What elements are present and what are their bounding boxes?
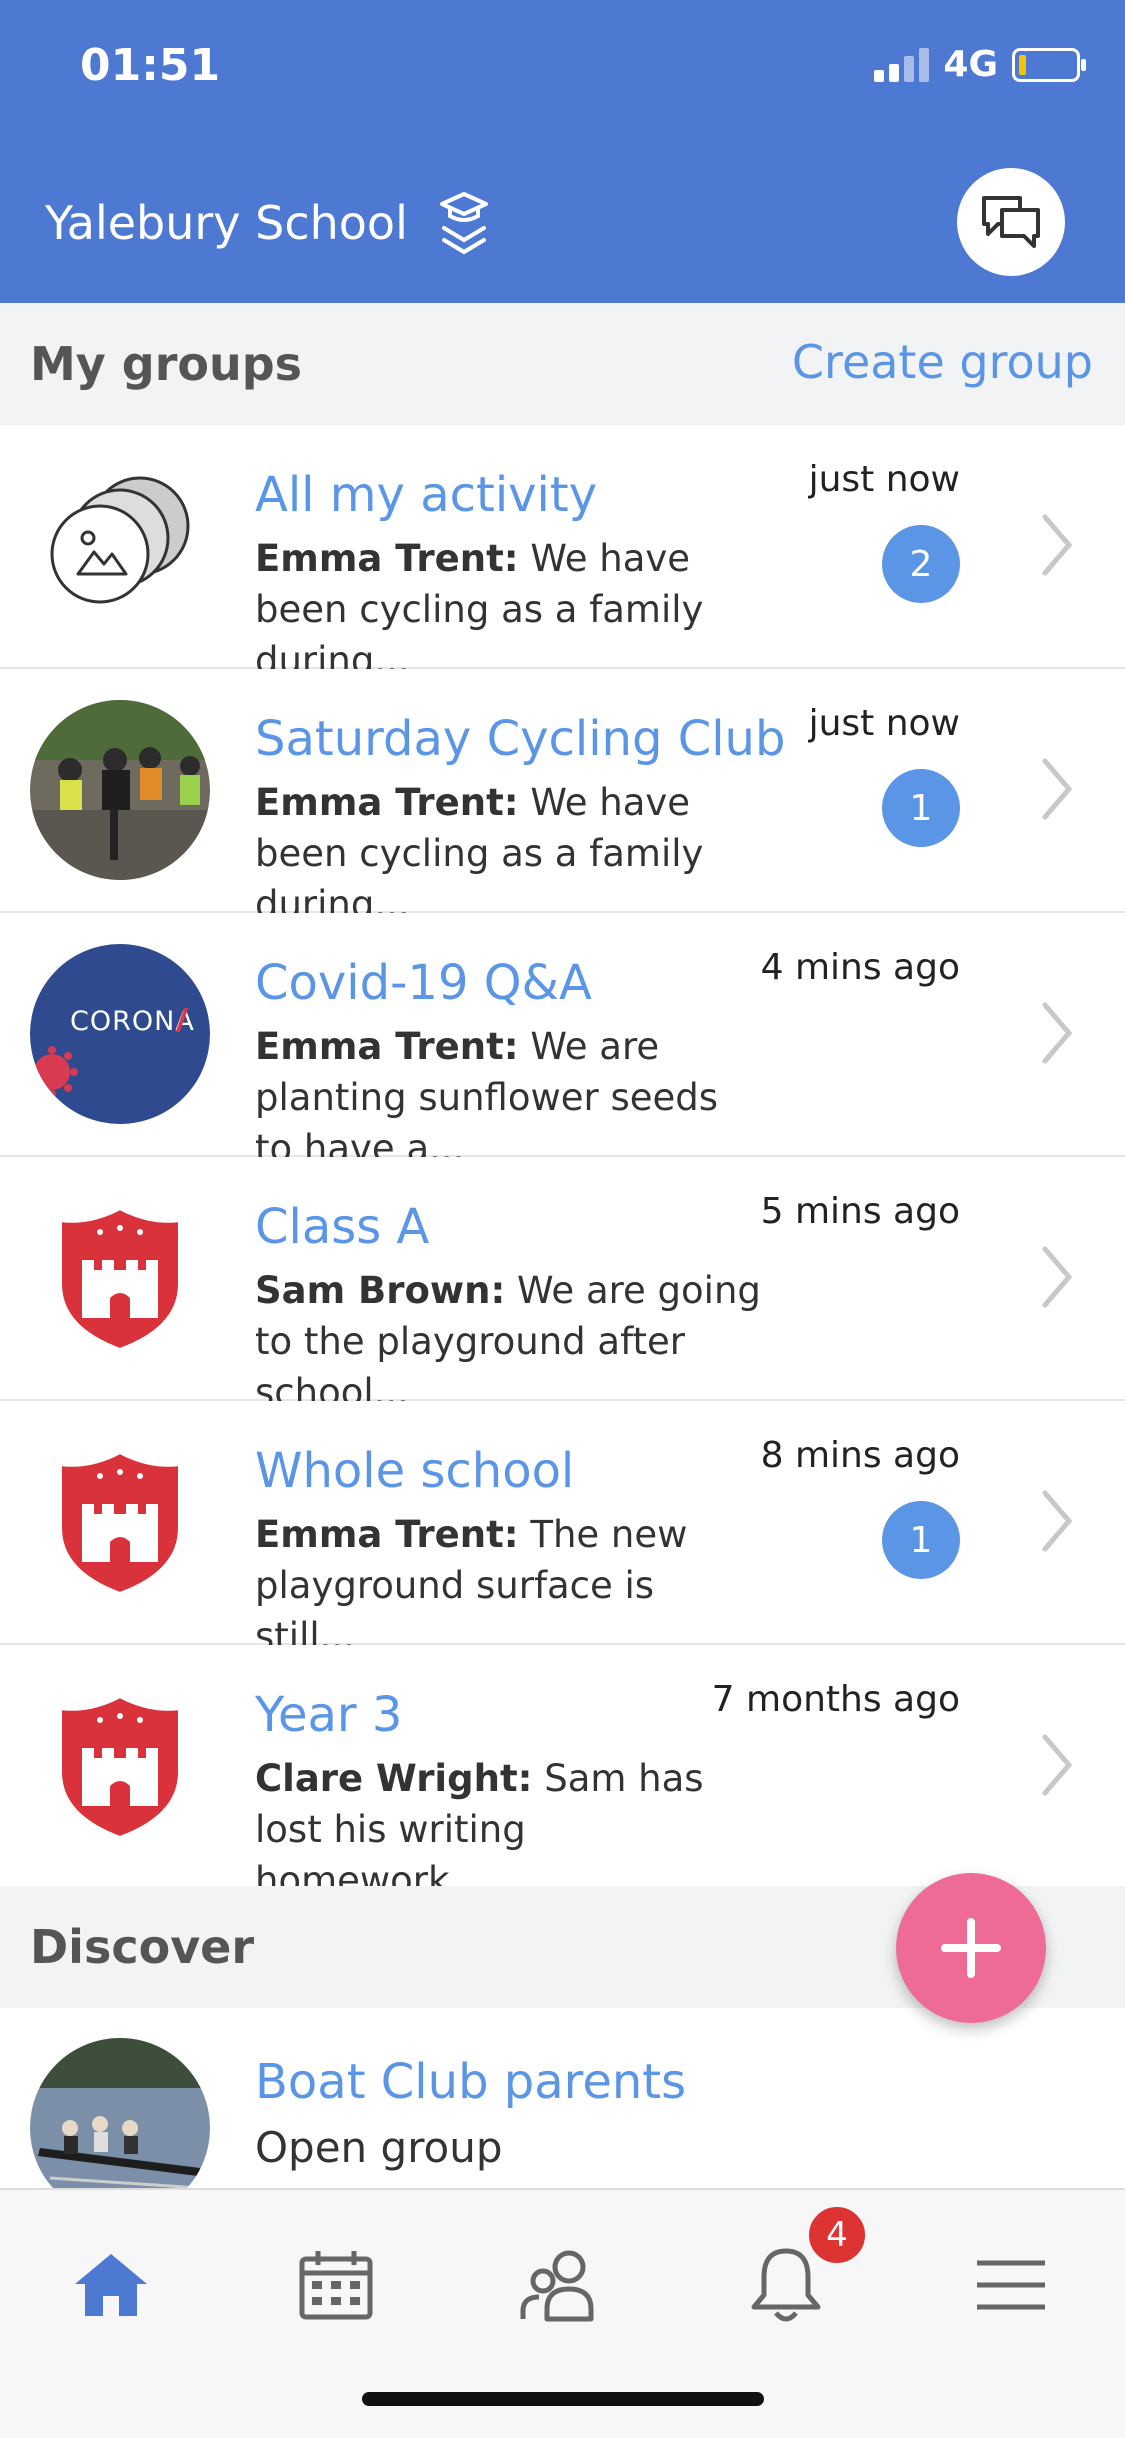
unread-badge: 1 [882,769,960,847]
cycling-photo [30,700,210,880]
message-author: Emma Trent: [255,781,519,824]
message-preview: Emma Trent: We are planting sunflower se… [255,1021,765,1174]
graduation-cap-chevron-icon [438,190,490,256]
school-shield-logo [30,1188,210,1368]
group-name: All my activity [255,467,598,523]
menu-icon [977,2260,1045,2310]
group-row-covid-19-qa[interactable]: CORONA Covid-19 Q&A Emma Trent: We are p… [0,913,1125,1170]
chevron-right-icon [1042,758,1073,820]
timestamp: just now [808,459,960,500]
message-preview: Sam Brown: We are going to the playgroun… [255,1265,765,1418]
my-groups-header: My groups Create group [0,303,1125,425]
chevron-right-icon [1042,514,1073,576]
group-row-year-3[interactable]: Year 3 Clare Wright: Sam has lost his wr… [0,1645,1125,1902]
school-name: Yalebury School [45,196,408,250]
group-name: Covid-19 Q&A [255,955,592,1011]
timestamp: 5 mins ago [760,1191,960,1232]
status-time: 01:51 [80,40,221,91]
timestamp: just now [808,703,960,744]
group-row-class-a[interactable]: Class A Sam Brown: We are going to the p… [0,1157,1125,1414]
unread-badge: 2 [882,525,960,603]
chat-bubbles-icon [982,196,1040,248]
home-icon [75,2254,147,2316]
group-name: Class A [255,1199,430,1255]
timestamp: 4 mins ago [760,947,960,988]
group-name: Saturday Cycling Club [255,711,786,767]
tab-people[interactable] [506,2230,616,2340]
message-author: Sam Brown: [255,1269,506,1312]
school-shield-logo [30,1432,210,1612]
tab-calendar[interactable] [281,2230,391,2340]
message-preview: Emma Trent: We have been cycling as a fa… [255,777,765,930]
messages-button[interactable] [957,168,1065,276]
group-type: Open group [255,2123,503,2172]
tab-home[interactable] [56,2230,166,2340]
chevron-right-icon [1042,1734,1073,1796]
home-indicator [362,2392,764,2406]
chevron-right-icon [1042,1002,1073,1064]
message-preview: Clare Wright: Sam has lost his writing h… [255,1753,765,1906]
timestamp: 8 mins ago [760,1435,960,1476]
group-row-all-my-activity[interactable]: All my activity Emma Trent: We have been… [0,425,1125,682]
group-name: Boat Club parents [255,2054,687,2110]
stacked-images-icon [30,456,210,636]
status-indicators: 4G [874,44,1086,85]
message-author: Emma Trent: [255,1025,519,1068]
my-groups-title: My groups [30,337,303,391]
rowing-photo [30,2038,210,2188]
group-name: Year 3 [255,1687,403,1743]
group-row-saturday-cycling-club[interactable]: Saturday Cycling Club Emma Trent: We hav… [0,669,1125,926]
school-switcher[interactable]: Yalebury School [45,190,490,256]
plus-icon [941,1918,1001,1978]
bell-icon [751,2248,821,2322]
notification-count-badge: 4 [806,2204,868,2266]
people-icon [520,2250,594,2322]
group-name: Whole school [255,1443,575,1499]
discover-title: Discover [30,1920,255,1974]
add-button[interactable] [896,1873,1046,2023]
avatar-text: CORONA [70,1006,195,1037]
battery-icon [1012,47,1086,82]
group-row-whole-school[interactable]: Whole school Emma Trent: The new playgro… [0,1401,1125,1658]
group-list: All my activity Emma Trent: We have been… [0,425,1125,1902]
calendar-icon [299,2251,373,2320]
chevron-right-icon [1042,1246,1073,1308]
virus-icon [34,1046,78,1098]
message-preview: Emma Trent: The new playground surface i… [255,1509,765,1662]
timestamp: 7 months ago [711,1679,960,1720]
message-preview: Emma Trent: We have been cycling as a fa… [255,533,765,686]
unread-badge: 1 [882,1501,960,1579]
discover-row-boat-club-parents[interactable]: Boat Club parents Open group [0,2008,1125,2188]
school-shield-logo [30,1676,210,1856]
corona-avatar: CORONA [30,944,210,1124]
message-author: Emma Trent: [255,1513,519,1556]
app-header: 01:51 4G Yalebury School [0,0,1125,303]
chevron-right-icon [1042,1490,1073,1552]
tab-menu[interactable] [956,2230,1066,2340]
message-author: Clare Wright: [255,1757,533,1800]
create-group-link[interactable]: Create group [792,335,1093,389]
message-author: Emma Trent: [255,537,519,580]
signal-icon [874,47,930,82]
network-type: 4G [943,44,998,85]
